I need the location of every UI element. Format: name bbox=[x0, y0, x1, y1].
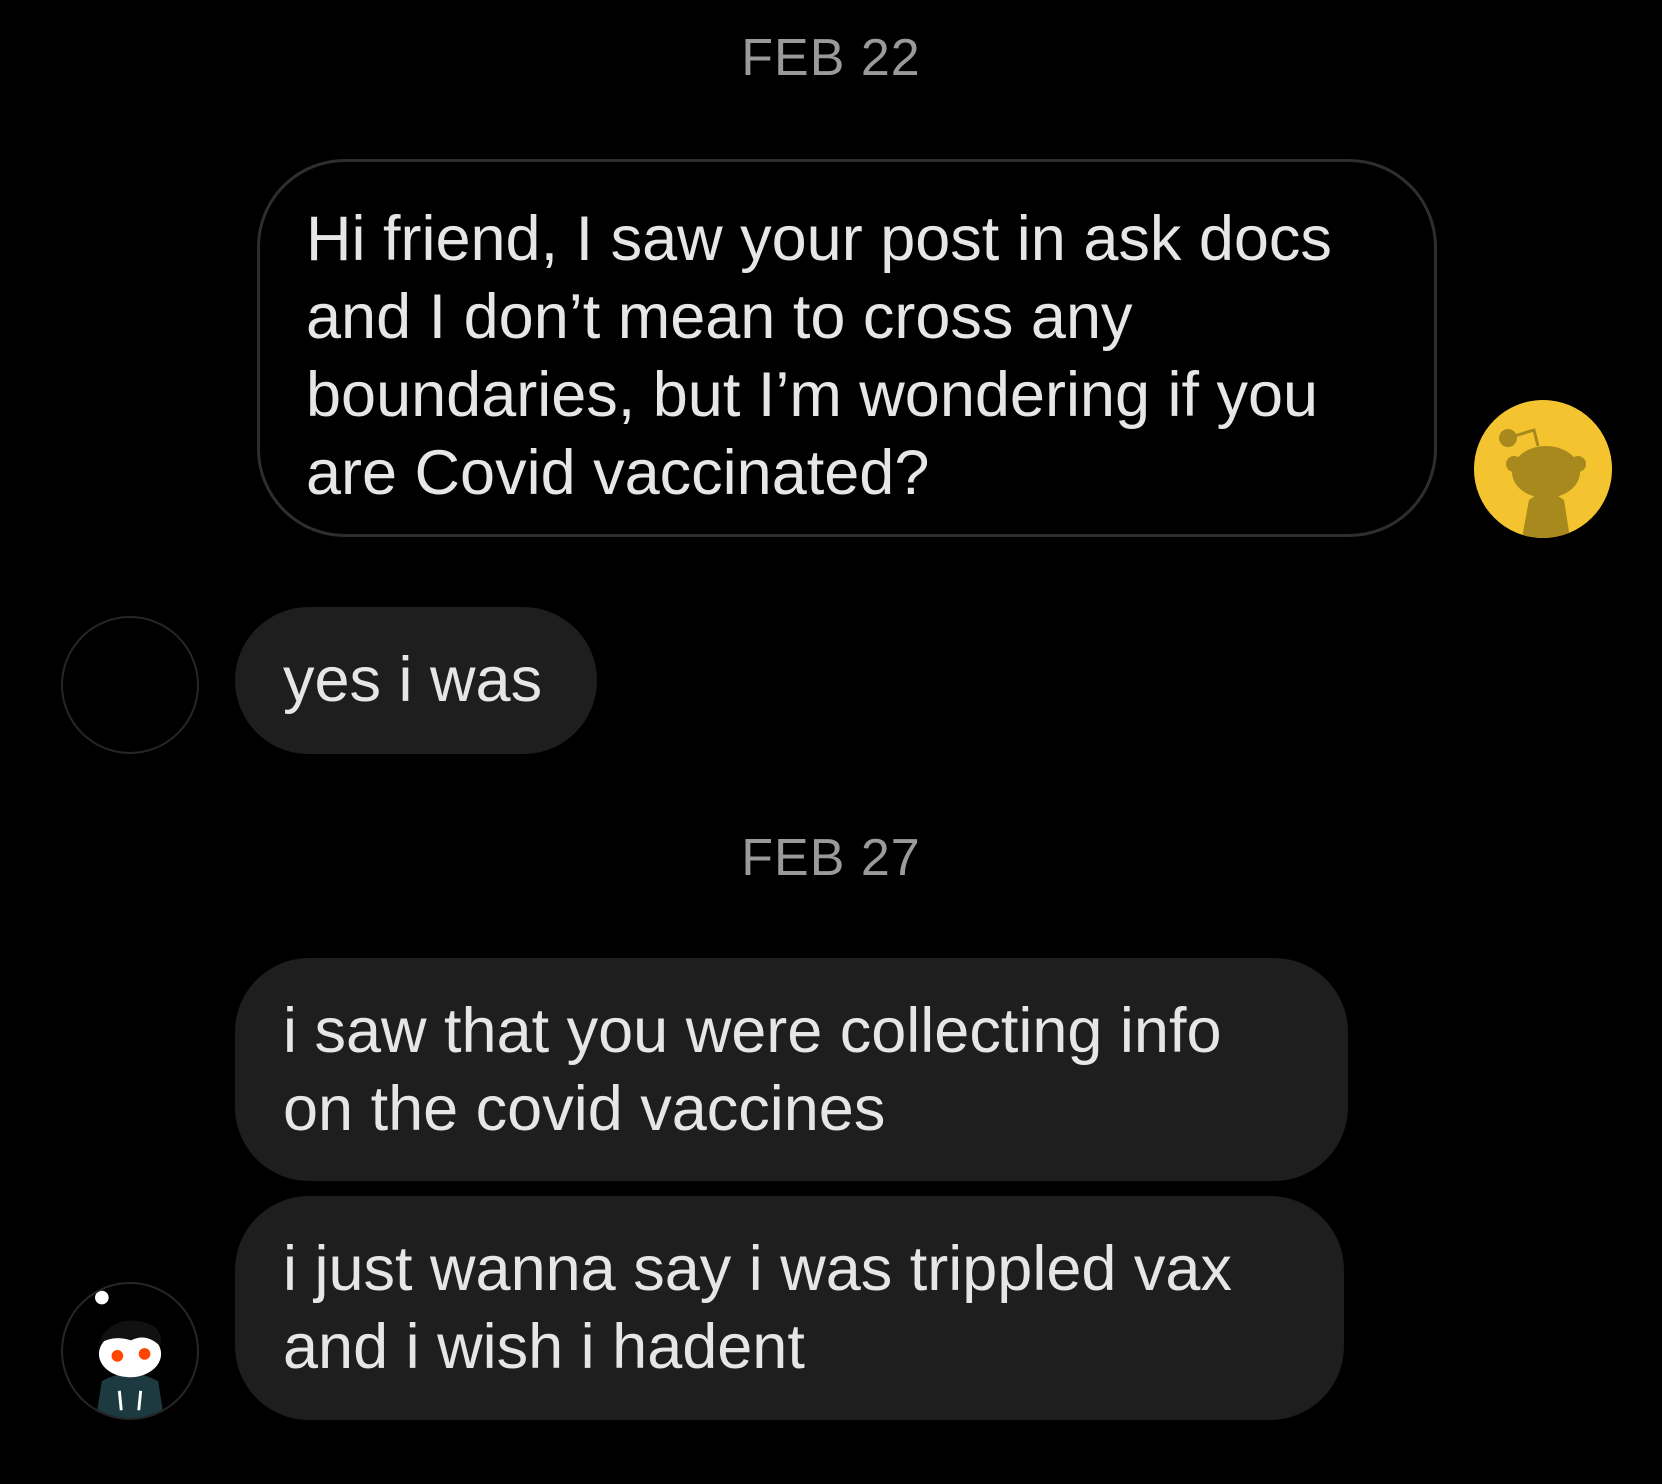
message-bubble-incoming[interactable]: i just wanna say i was trippled vax and … bbox=[235, 1196, 1344, 1420]
date-separator-feb-27: FEB 27 bbox=[741, 829, 921, 887]
message-text: i just wanna say i was trippled vax and … bbox=[283, 1234, 1232, 1382]
message-text: i saw that you were collecting info on t… bbox=[283, 996, 1222, 1144]
message-bubble-outgoing[interactable]: Hi friend, I saw your post in ask docs a… bbox=[257, 159, 1437, 537]
self-avatar-icon[interactable] bbox=[1474, 400, 1612, 538]
date-separator-feb-22: FEB 22 bbox=[741, 29, 921, 87]
message-bubble-incoming[interactable]: i saw that you were collecting info on t… bbox=[235, 958, 1348, 1181]
snoo-character-icon bbox=[63, 1284, 197, 1418]
message-text: yes i was bbox=[283, 645, 543, 715]
other-avatar-snoo-icon[interactable] bbox=[61, 1282, 199, 1420]
other-avatar-icon[interactable] bbox=[61, 616, 199, 754]
message-bubble-incoming[interactable]: yes i was bbox=[235, 607, 597, 754]
snoo-yellow-icon bbox=[1474, 400, 1612, 538]
message-text: Hi friend, I saw your post in ask docs a… bbox=[306, 204, 1332, 508]
